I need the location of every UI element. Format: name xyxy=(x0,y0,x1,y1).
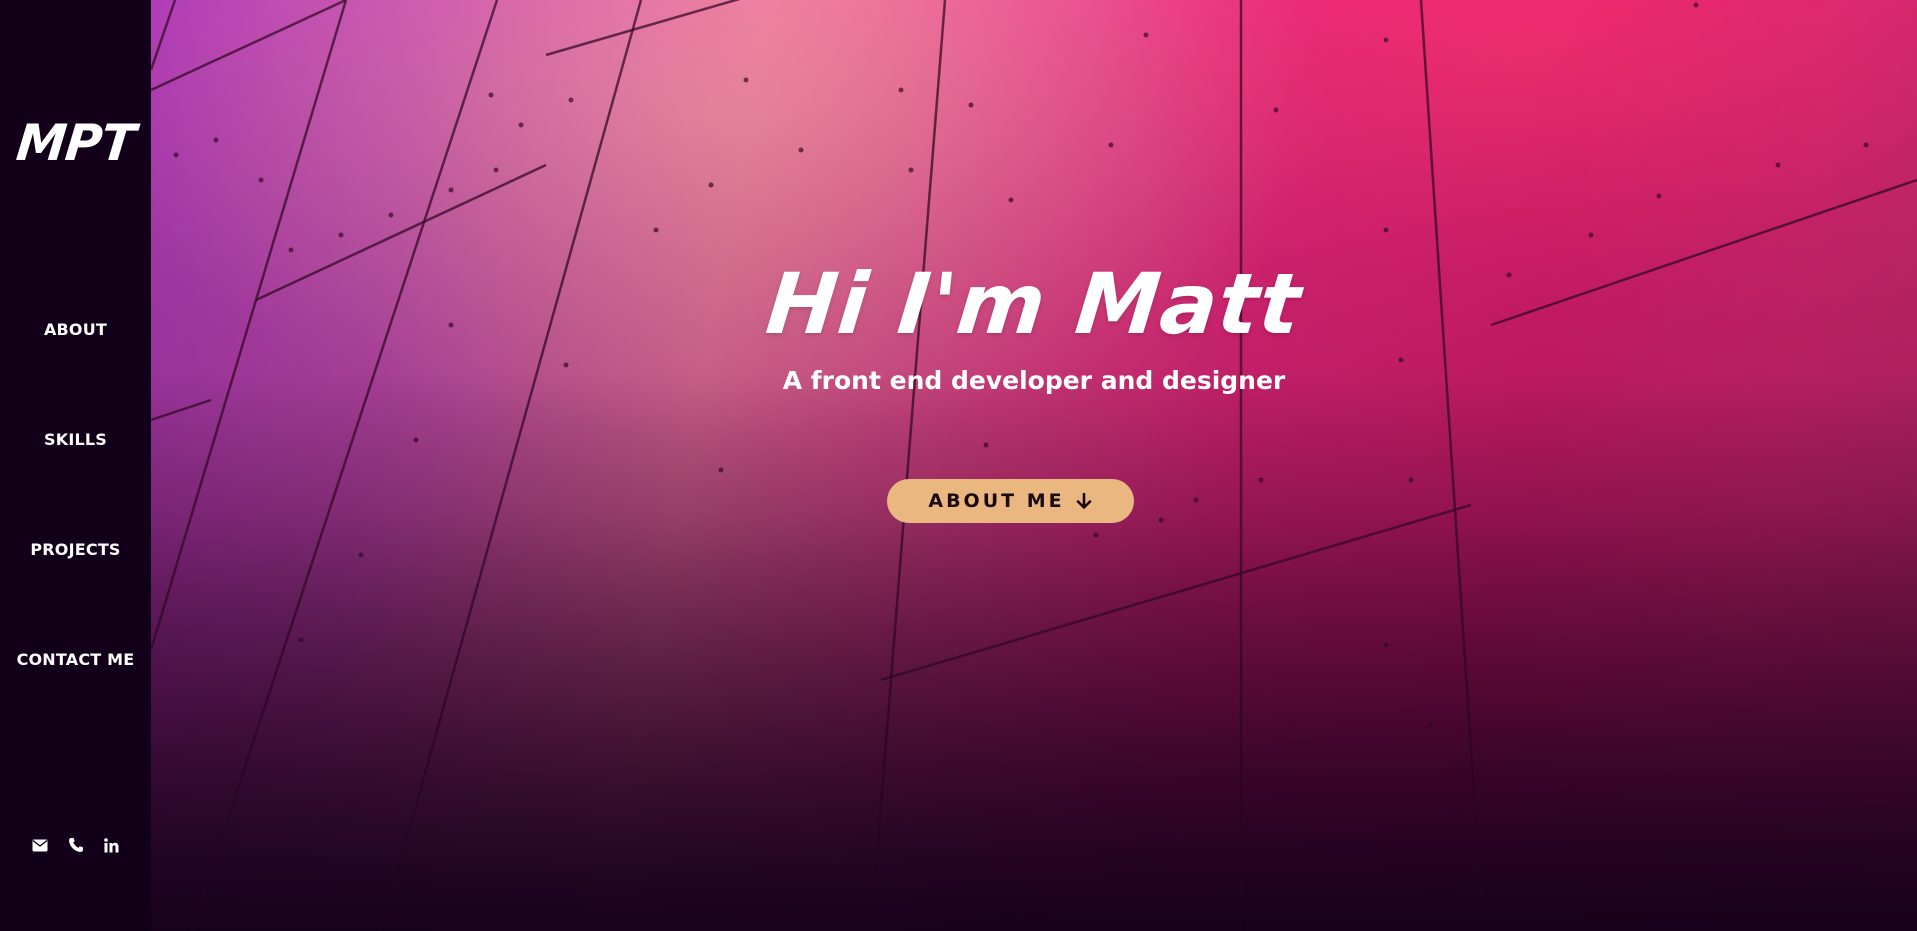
envelope-icon[interactable] xyxy=(31,836,49,854)
nav-projects[interactable]: PROJECTS xyxy=(0,540,151,560)
arrow-down-icon xyxy=(1075,492,1093,510)
nav-about[interactable]: ABOUT xyxy=(0,320,151,340)
nav-contact-me[interactable]: CONTACT ME xyxy=(0,650,151,670)
social-links xyxy=(0,836,151,854)
phone-icon[interactable] xyxy=(67,836,85,854)
linkedin-icon[interactable] xyxy=(103,836,121,854)
hero-section: Hi I'm Matt A front end developer and de… xyxy=(151,0,1917,931)
hero-background-image xyxy=(151,0,1917,931)
hero-content: Hi I'm Matt A front end developer and de… xyxy=(151,255,1917,396)
hero-title: Hi I'm Matt xyxy=(762,255,1306,353)
site-logo[interactable]: MPT xyxy=(0,114,154,172)
about-me-button-label: ABOUT ME xyxy=(928,490,1065,512)
hero-subtitle: A front end developer and designer xyxy=(782,366,1286,395)
sidebar: MPT ABOUT SKILLS PROJECTS CONTACT ME xyxy=(0,0,151,931)
nav-skills[interactable]: SKILLS xyxy=(0,430,151,450)
about-me-button[interactable]: ABOUT ME xyxy=(887,479,1134,523)
